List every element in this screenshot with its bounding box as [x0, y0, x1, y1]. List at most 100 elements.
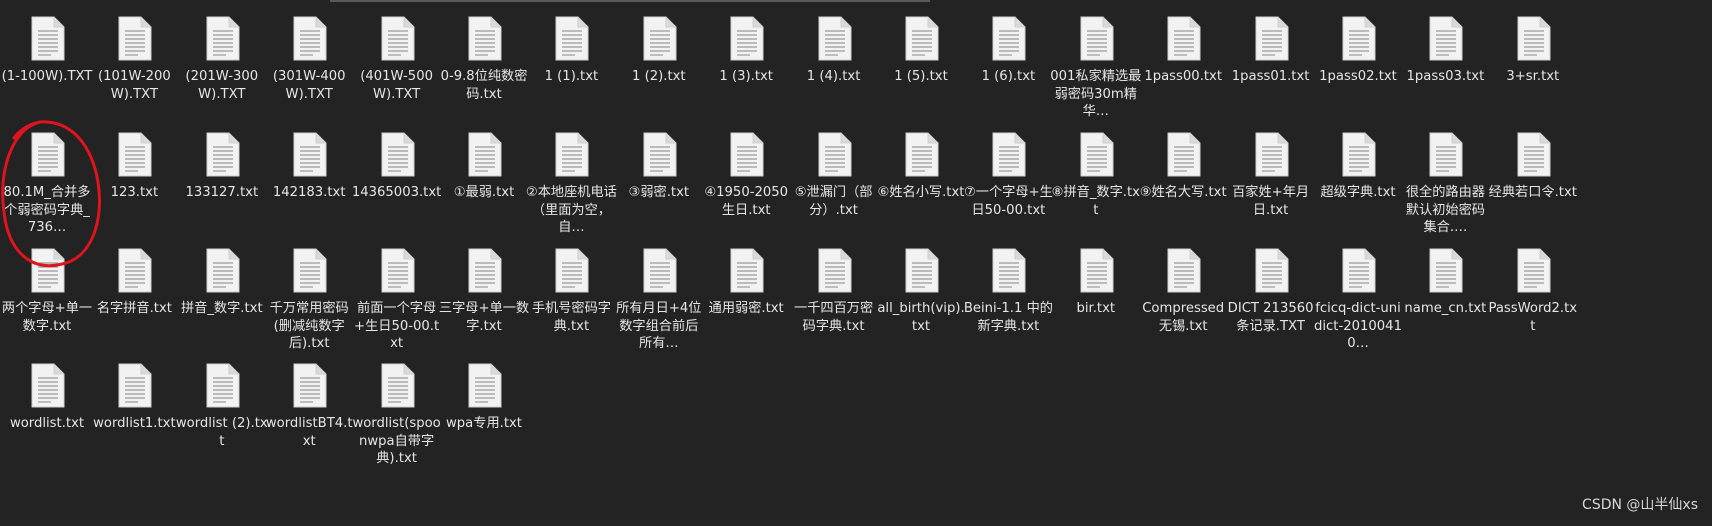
- text-file-icon: [1340, 132, 1376, 177]
- file-item[interactable]: (401W-500W).TXT: [351, 16, 443, 103]
- file-item[interactable]: ②本地座机电话（里面为空，自…: [525, 132, 617, 237]
- file-item[interactable]: 三字母+单一数字.txt: [438, 248, 530, 335]
- file-item[interactable]: bir.txt: [1050, 248, 1142, 318]
- file-item[interactable]: 142183.txt: [263, 132, 355, 202]
- text-file-icon: [990, 248, 1026, 293]
- file-item[interactable]: 1pass01.txt: [1225, 16, 1317, 86]
- file-name-label: 1 (1).txt: [544, 69, 599, 84]
- file-item[interactable]: DICT 213560 条记录.TXT: [1225, 248, 1317, 335]
- file-item[interactable]: 千万常用密码(删减纯数字后).txt: [263, 248, 355, 353]
- text-file-icon: [553, 132, 589, 177]
- file-item[interactable]: wordlistBT4.txt: [263, 363, 355, 450]
- file-item[interactable]: 123.txt: [88, 132, 180, 202]
- file-item[interactable]: 通用弱密.txt: [700, 248, 792, 318]
- file-name-label: wpa专用.txt: [446, 416, 522, 431]
- file-name-label: (401W-500W).TXT: [360, 69, 433, 102]
- file-item[interactable]: 1 (3).txt: [700, 16, 792, 86]
- file-item[interactable]: fcicq-dict-unidict-20100410…: [1312, 248, 1404, 353]
- file-name-label: 两个字母+单一数字.txt: [1, 301, 93, 334]
- file-item[interactable]: (301W-400W).TXT: [263, 16, 355, 103]
- file-name-label: 142183.txt: [272, 185, 346, 200]
- text-file-icon: [1515, 248, 1551, 293]
- file-name-label: ②本地座机电话（里面为空，自…: [525, 185, 617, 235]
- file-item[interactable]: 拼音_数字.txt: [176, 248, 268, 318]
- file-item[interactable]: 手机号密码字典.txt: [525, 248, 617, 335]
- file-item[interactable]: 14365003.txt: [351, 132, 443, 202]
- text-file-icon: [466, 248, 502, 293]
- text-file-icon: [116, 132, 152, 177]
- file-item[interactable]: wordlist(spoonwpa自带字典).txt: [351, 363, 443, 468]
- text-file-icon: [903, 132, 939, 177]
- file-item[interactable]: 133127.txt: [176, 132, 268, 202]
- file-item[interactable]: ⑦一个字母+生日50-00.txt: [962, 132, 1054, 219]
- file-item[interactable]: ③弱密.txt: [613, 132, 705, 202]
- file-item[interactable]: ④1950-2050生日.txt: [700, 132, 792, 219]
- file-item[interactable]: 前面一个字母+生日50-00.txt: [351, 248, 443, 353]
- text-file-icon: [291, 132, 327, 177]
- file-item[interactable]: wpa专用.txt: [438, 363, 530, 433]
- text-file-icon: [728, 16, 764, 61]
- file-item[interactable]: 1pass02.txt: [1312, 16, 1404, 86]
- text-file-icon: [204, 132, 240, 177]
- file-item[interactable]: 001私家精选最弱密码30m精华…: [1050, 16, 1142, 121]
- file-grid: (1-100W).TXT (101W-200W).TXT (201W-300W).T…: [0, 0, 1712, 526]
- file-item[interactable]: ⑧拼音_数字.txt: [1050, 132, 1142, 219]
- file-item[interactable]: wordlist.txt: [1, 363, 93, 433]
- text-file-icon: [204, 248, 240, 293]
- file-name-label: 很全的路由器默认初始密码集合.…: [1405, 185, 1485, 235]
- file-item[interactable]: 经典若口令.txt: [1487, 132, 1579, 202]
- file-item[interactable]: 所有月日+4位数字组合前后所有…: [613, 248, 705, 353]
- file-name-label: wordlist(spoonwpa自带字典).txt: [352, 416, 441, 466]
- file-name-label: (301W-400W).TXT: [272, 69, 346, 102]
- text-file-icon: [641, 248, 677, 293]
- file-item[interactable]: ①最弱.txt: [438, 132, 530, 202]
- file-name-label: 手机号密码字典.txt: [531, 301, 611, 334]
- file-name-label: Beini-1.1 中的新字典.txt: [963, 301, 1053, 334]
- file-item[interactable]: all_birth(vip).txt: [875, 248, 967, 335]
- file-item[interactable]: ⑨姓名大写.txt: [1137, 132, 1229, 202]
- text-file-icon: [1078, 248, 1114, 293]
- file-name-label: 001私家精选最弱密码30m精华…: [1050, 69, 1142, 119]
- file-item[interactable]: ⑤泄漏门（部分）.txt: [788, 132, 880, 219]
- file-item[interactable]: wordlist (2).txt: [176, 363, 268, 450]
- file-name-label: (1-100W).TXT: [1, 69, 93, 84]
- file-name-label: 千万常用密码(删减纯数字后).txt: [269, 301, 349, 351]
- file-item[interactable]: 80.1M_合并多个弱密码字典_736…: [1, 132, 93, 237]
- file-name-label: 一千四百万密码字典.txt: [794, 301, 874, 334]
- file-item[interactable]: 两个字母+单一数字.txt: [1, 248, 93, 335]
- file-name-label: all_birth(vip).txt: [877, 301, 965, 334]
- file-item[interactable]: 一千四百万密码字典.txt: [788, 248, 880, 335]
- file-item[interactable]: 百家姓+年月日.txt: [1225, 132, 1317, 219]
- file-item[interactable]: 超级字典.txt: [1312, 132, 1404, 202]
- text-file-icon: [204, 16, 240, 61]
- file-item[interactable]: Beini-1.1 中的新字典.txt: [962, 248, 1054, 335]
- file-item[interactable]: 1 (5).txt: [875, 16, 967, 86]
- text-file-icon: [116, 16, 152, 61]
- file-name-label: 三字母+单一数字.txt: [438, 301, 530, 334]
- text-file-icon: [291, 363, 327, 408]
- file-item[interactable]: 1 (6).txt: [962, 16, 1054, 86]
- file-item[interactable]: 1pass00.txt: [1137, 16, 1229, 86]
- file-item[interactable]: 1 (1).txt: [525, 16, 617, 86]
- text-file-icon: [816, 248, 852, 293]
- file-item[interactable]: 1pass03.txt: [1399, 16, 1491, 86]
- file-item[interactable]: (1-100W).TXT: [1, 16, 93, 86]
- file-name-label: ④1950-2050生日.txt: [704, 185, 789, 218]
- file-item[interactable]: (101W-200W).TXT: [88, 16, 180, 103]
- file-item[interactable]: name_cn.txt: [1399, 248, 1491, 318]
- file-item[interactable]: wordlist1.txt: [88, 363, 180, 433]
- file-item[interactable]: 1 (4).txt: [788, 16, 880, 86]
- file-item[interactable]: PassWord2.txt: [1487, 248, 1579, 335]
- file-item[interactable]: 1 (2).txt: [613, 16, 705, 86]
- file-item[interactable]: (201W-300W).TXT: [176, 16, 268, 103]
- text-file-icon: [466, 16, 502, 61]
- text-file-icon: [728, 132, 764, 177]
- file-item[interactable]: 0-9.8位纯数密码.txt: [438, 16, 530, 103]
- file-item[interactable]: 3+sr.txt: [1487, 16, 1579, 86]
- file-item[interactable]: 很全的路由器默认初始密码集合.…: [1399, 132, 1491, 237]
- file-name-label: 前面一个字母+生日50-00.txt: [354, 301, 440, 351]
- file-name-label: 1 (5).txt: [894, 69, 948, 84]
- file-item[interactable]: ⑥姓名小写.txt: [875, 132, 967, 202]
- file-item[interactable]: 名字拼音.txt: [88, 248, 180, 318]
- file-item[interactable]: Compressed无锡.txt: [1137, 248, 1229, 335]
